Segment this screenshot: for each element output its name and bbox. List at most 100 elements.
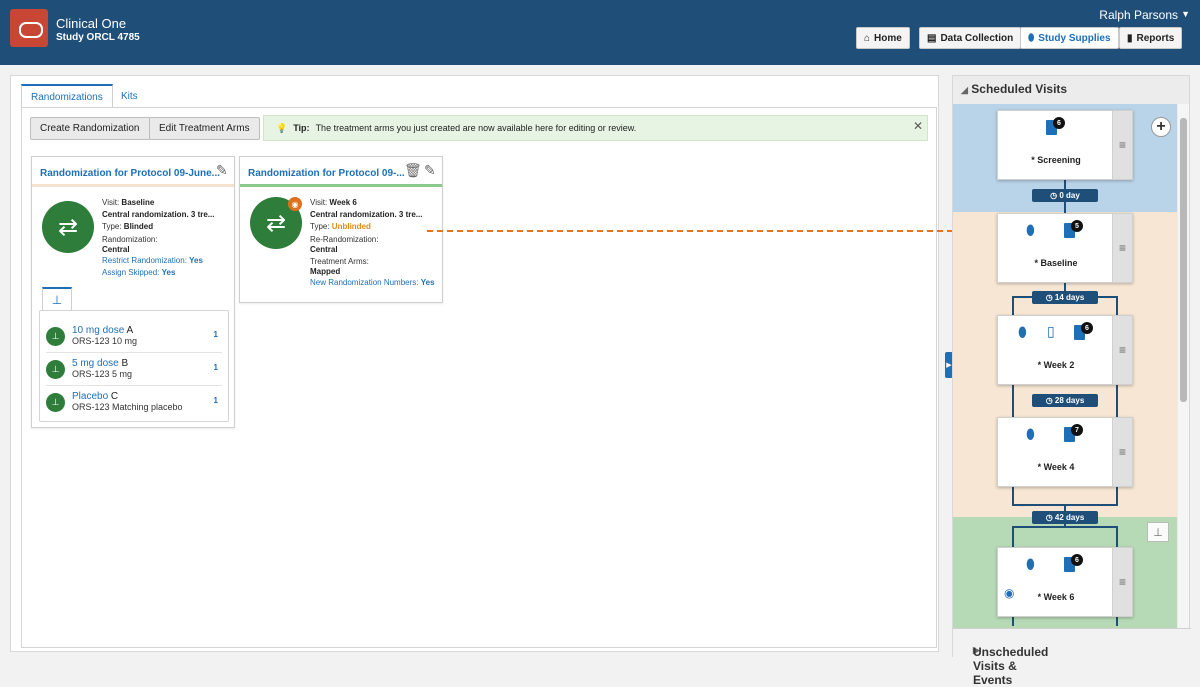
user-menu[interactable]: Ralph Parsons	[1099, 8, 1178, 22]
clock-icon: ◷	[1045, 396, 1055, 405]
pill-icon: ⬮	[1026, 556, 1035, 572]
randomization-card[interactable]: Randomization for Protocol 09-... 🗑 ✎ ⇄ …	[239, 156, 443, 303]
oracle-logo	[10, 9, 48, 47]
nav-home-button[interactable]: ⌂ Home	[856, 27, 910, 49]
arm-name[interactable]: Placebo	[72, 391, 108, 402]
interval-text: 28 days	[1054, 396, 1085, 405]
hamburger-menu-icon[interactable]: ≡	[1112, 548, 1132, 616]
interval-text: 14 days	[1054, 293, 1085, 302]
arm-count: 1	[213, 363, 218, 372]
detail-label: Restrict Randomization:	[102, 256, 190, 265]
treatment-arms-tab[interactable]: ⊥	[42, 287, 72, 311]
tab-kits[interactable]: Kits	[112, 84, 147, 108]
unscheduled-visits-header[interactable]: ▶ Unscheduled Visits & Events	[953, 628, 1191, 687]
visit-name: * Week 6	[1037, 592, 1075, 602]
detail-value: Yes	[161, 268, 176, 277]
scrollbar[interactable]	[1178, 104, 1189, 628]
nav-label: Home	[874, 32, 902, 44]
clipboard-icon: ▤	[927, 32, 937, 44]
connector-arrow	[427, 230, 1003, 232]
edit-pencil-icon[interactable]: ✎	[216, 162, 228, 179]
detail-value: Yes	[420, 278, 435, 287]
card-title[interactable]: Randomization for Protocol 09-...	[248, 168, 405, 179]
hamburger-menu-icon[interactable]: ≡	[1112, 316, 1132, 384]
card-accent-bar	[240, 184, 442, 187]
arm-name[interactable]: 5 mg dose	[72, 358, 119, 369]
clock-icon: ◷	[1045, 293, 1055, 302]
interval-badge: ◷ 42 days	[1032, 511, 1098, 524]
visit-name: * Week 2	[1037, 360, 1075, 370]
nav-label: Study Supplies	[1038, 32, 1111, 44]
unblinded-eye-icon: ◉	[288, 197, 302, 211]
hierarchy-icon: ⊥	[46, 393, 65, 412]
hamburger-menu-icon[interactable]: ≡	[1112, 214, 1132, 282]
detail-label: Re-Randomization:	[310, 235, 379, 244]
arm-code: A	[126, 325, 134, 336]
chevron-down-icon: ◢	[961, 85, 968, 95]
arm-code: B	[121, 358, 129, 369]
edit-pencil-icon[interactable]: ✎	[424, 162, 436, 179]
visit-card-week-4[interactable]: ⬮ 7 * Week 4 ≡	[997, 417, 1133, 487]
arm-description: ORS-123 Matching placebo	[72, 402, 183, 412]
arm-count: 1	[213, 330, 218, 339]
app-title: Clinical One	[56, 16, 127, 31]
detail-value: Week 6	[329, 198, 357, 207]
edit-treatment-arms-button[interactable]: Edit Treatment Arms	[149, 117, 260, 140]
scheduled-visits-header[interactable]: ◢ Scheduled Visits	[961, 82, 1067, 96]
create-randomization-button[interactable]: Create Randomization	[30, 117, 150, 140]
nav-label: Data Collection	[940, 32, 1014, 44]
nav-reports-button[interactable]: ▮ Reports	[1119, 27, 1183, 49]
scheduled-visits-panel: ◢ Scheduled Visits + 6 * Screening ≡ ◷ 0…	[952, 75, 1191, 687]
pill-icon: ⬮	[1028, 32, 1035, 44]
form-count-badge: 6	[1081, 322, 1093, 334]
hierarchy-icon: ⊥	[46, 327, 65, 346]
randomization-card[interactable]: Randomization for Protocol 09-June... ✎ …	[31, 156, 235, 428]
visit-card-baseline[interactable]: ⬮ 5 * Baseline ≡	[997, 213, 1133, 283]
hamburger-menu-icon[interactable]: ≡	[1112, 418, 1132, 486]
detail-value: Blinded	[123, 222, 154, 231]
trash-icon[interactable]: 🗑	[404, 162, 422, 179]
lightbulb-icon: 💡	[276, 122, 288, 133]
form-count-badge: 5	[1071, 220, 1083, 232]
visit-card-screening[interactable]: 6 * Screening ≡	[997, 110, 1133, 180]
clock-icon: ◷	[1045, 513, 1055, 522]
device-icon: ▯	[1047, 323, 1055, 339]
detail-value: Unblinded	[331, 222, 371, 231]
detail-label: Type:	[310, 222, 332, 231]
detail-label: Type:	[102, 222, 124, 231]
visit-group-icon[interactable]: ⊥	[1147, 522, 1169, 542]
visit-card-week-6[interactable]: ⬮ 6 ◉ * Week 6 ≡	[997, 547, 1133, 617]
pill-icon: ⬮	[1026, 222, 1035, 238]
randomizations-panel: Randomizations Kits Create Randomization…	[10, 75, 939, 652]
form-count-badge: 7	[1071, 424, 1083, 436]
tip-banner: 💡 Tip: The treatment arms you just creat…	[263, 115, 928, 141]
close-icon[interactable]: ✕	[913, 119, 923, 133]
list-item[interactable]: ⊥ Placebo C ORS-123 Matching placebo 1	[46, 386, 222, 419]
visit-name: * Week 4	[1037, 462, 1075, 472]
arm-name[interactable]: 10 mg dose	[72, 325, 124, 336]
visit-card-week-2[interactable]: ⬮ ▯ 6 * Week 2 ≡	[997, 315, 1133, 385]
shuffle-icon: ⇄	[42, 201, 94, 253]
interval-text: 0 day	[1059, 191, 1080, 200]
timeline-line	[1012, 526, 1118, 528]
arm-count: 1	[213, 396, 218, 405]
list-item[interactable]: ⊥ 10 mg dose A ORS-123 10 mg 1	[46, 320, 222, 353]
scrollbar-thumb[interactable]	[1180, 118, 1187, 402]
hamburger-menu-icon[interactable]: ≡	[1112, 111, 1132, 179]
nav-study-supplies-button[interactable]: ⬮ Study Supplies	[1020, 27, 1119, 49]
detail-value: Central randomization. 3 tre...	[102, 210, 215, 219]
tip-text: The treatment arms you just created are …	[315, 123, 637, 133]
nav-data-collection-button[interactable]: ▤ Data Collection	[919, 27, 1022, 49]
home-icon: ⌂	[864, 32, 871, 44]
detail-value: Central	[310, 245, 338, 254]
clock-icon: ◷	[1050, 191, 1060, 200]
list-item[interactable]: ⊥ 5 mg dose B ORS-123 5 mg 1	[46, 353, 222, 386]
card-title[interactable]: Randomization for Protocol 09-June...	[40, 168, 220, 179]
tab-randomizations[interactable]: Randomizations	[21, 84, 113, 108]
detail-label: Visit:	[310, 198, 330, 207]
arm-description: ORS-123 5 mg	[72, 369, 133, 379]
add-visit-button[interactable]: +	[1151, 117, 1171, 137]
detail-value: Central	[102, 245, 130, 254]
detail-value: Mapped	[310, 267, 341, 276]
chevron-down-icon[interactable]: ▼	[1181, 9, 1190, 19]
